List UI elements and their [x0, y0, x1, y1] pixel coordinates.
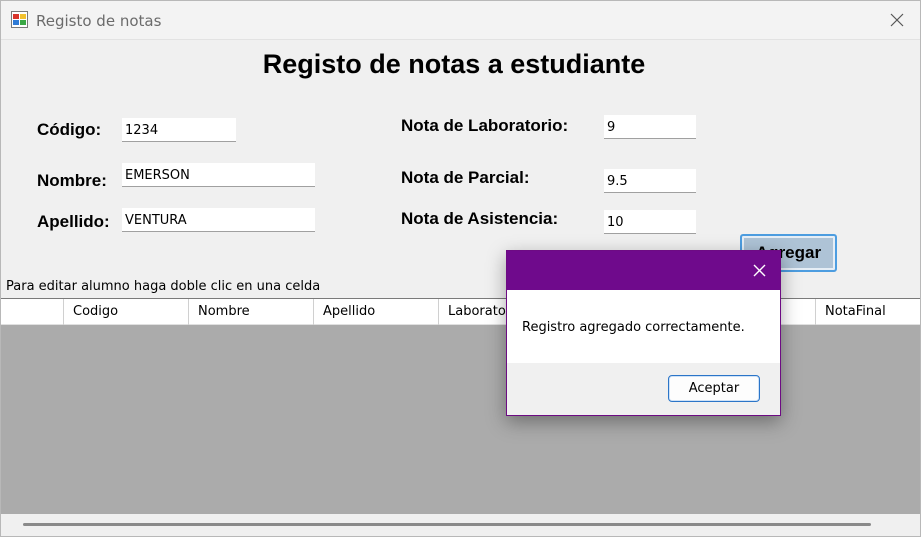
laboratorio-input[interactable]: 9: [604, 115, 696, 139]
dialog-close-button[interactable]: [750, 261, 768, 279]
scrollbar-thumb[interactable]: [23, 523, 871, 526]
main-window: Registo de notas Registo de notas a estu…: [0, 0, 921, 537]
parcial-label: Nota de Parcial:: [401, 168, 530, 187]
horizontal-scrollbar[interactable]: [1, 514, 920, 536]
column-header-codigo[interactable]: Codigo: [64, 299, 189, 325]
parcial-input[interactable]: 9.5: [604, 169, 696, 193]
asistencia-input[interactable]: 10: [604, 210, 696, 234]
dialog-body: Registro agregado correctamente.: [507, 290, 780, 363]
codigo-input[interactable]: 1234: [122, 118, 236, 142]
codigo-label: Código:: [37, 120, 102, 139]
asistencia-label: Nota de Asistencia:: [401, 209, 559, 228]
nombre-label: Nombre:: [37, 171, 107, 190]
apellido-input[interactable]: VENTURA: [122, 208, 315, 232]
grid-row-header-corner[interactable]: [1, 299, 64, 325]
title-bar[interactable]: Registo de notas: [1, 1, 920, 40]
grid-header: Codigo Nombre Apellido Laboratorio NotaF…: [1, 299, 920, 325]
page-title: Registo de notas a estudiante: [262, 49, 646, 79]
aceptar-button[interactable]: Aceptar: [668, 375, 760, 402]
students-grid[interactable]: Codigo Nombre Apellido Laboratorio NotaF…: [1, 298, 920, 536]
app-icon: [11, 11, 28, 28]
dialog-message: Registro agregado correctamente.: [522, 320, 745, 335]
grid-hint: Para editar alumno haga doble clic en un…: [6, 279, 321, 294]
message-dialog: Registro agregado correctamente. Aceptar: [506, 250, 781, 416]
window-close-button[interactable]: [882, 5, 912, 35]
apellido-label: Apellido:: [37, 212, 110, 231]
window-title: Registo de notas: [36, 12, 162, 30]
column-header-nombre[interactable]: Nombre: [189, 299, 314, 325]
nombre-input[interactable]: EMERSON: [122, 163, 315, 187]
close-icon: [890, 13, 904, 27]
column-header-apellido[interactable]: Apellido: [314, 299, 439, 325]
column-header-notafinal[interactable]: NotaFinal: [816, 299, 920, 325]
close-icon: [753, 264, 765, 276]
laboratorio-label: Nota de Laboratorio:: [401, 116, 569, 135]
dialog-title-bar[interactable]: [507, 251, 780, 290]
